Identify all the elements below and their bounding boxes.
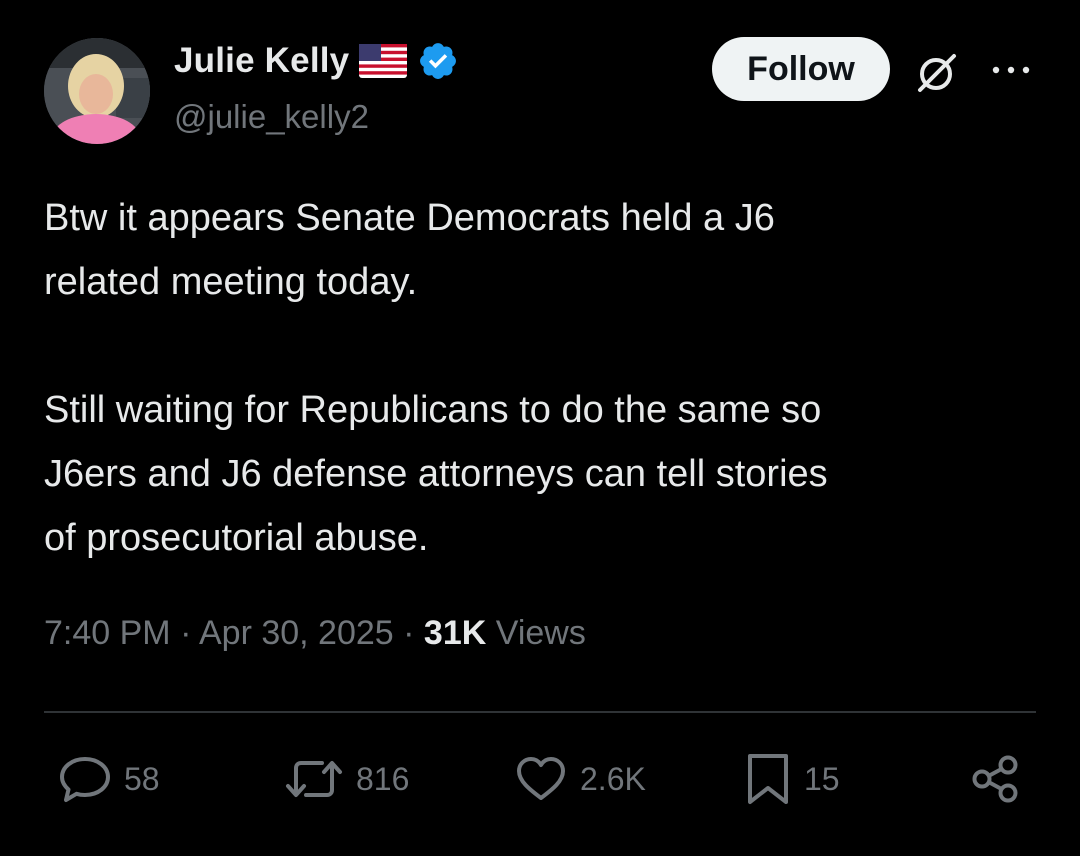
tweet-meta: 7:40 PM · Apr 30, 2025 · 31K Views <box>44 614 586 653</box>
views-count[interactable]: 31K <box>424 614 486 652</box>
tweet-text: Btw it appears Senate Democrats held a J… <box>44 197 828 559</box>
meta-separator: · <box>180 614 199 652</box>
author-name-row: Julie Kelly <box>174 40 459 82</box>
divider <box>44 711 1036 713</box>
like-button[interactable]: 2.6K <box>514 744 646 814</box>
heart-icon <box>517 757 565 800</box>
bookmark-count: 15 <box>804 760 840 797</box>
verified-badge-icon <box>420 43 457 79</box>
like-count: 2.6K <box>580 760 646 797</box>
share-icon <box>972 755 1018 803</box>
grok-icon[interactable] <box>914 50 962 94</box>
reply-button[interactable]: 58 <box>58 744 160 814</box>
reply-count: 58 <box>124 760 160 797</box>
share-button[interactable] <box>970 744 1020 814</box>
meta-separator: · <box>403 614 424 652</box>
avatar[interactable] <box>44 38 150 144</box>
us-flag-icon <box>359 44 408 78</box>
more-options-icon[interactable] <box>990 60 1032 80</box>
author-handle[interactable]: @julie_kelly2 <box>174 98 369 136</box>
follow-button[interactable]: Follow <box>712 37 890 101</box>
tweet-date[interactable]: Apr 30, 2025 <box>199 614 394 652</box>
bookmark-button[interactable]: 15 <box>744 744 840 814</box>
tweet-time[interactable]: 7:40 PM <box>44 614 171 652</box>
reply-icon <box>60 757 110 802</box>
action-bar: 58 816 2.6K 15 <box>0 744 1080 814</box>
repost-icon <box>286 761 342 797</box>
views-label: Views <box>495 614 586 652</box>
repost-count: 816 <box>356 760 410 797</box>
repost-button[interactable]: 816 <box>284 744 409 814</box>
author-name[interactable]: Julie Kelly <box>174 41 349 81</box>
avatar-image <box>44 38 150 144</box>
bookmark-icon <box>748 754 788 804</box>
